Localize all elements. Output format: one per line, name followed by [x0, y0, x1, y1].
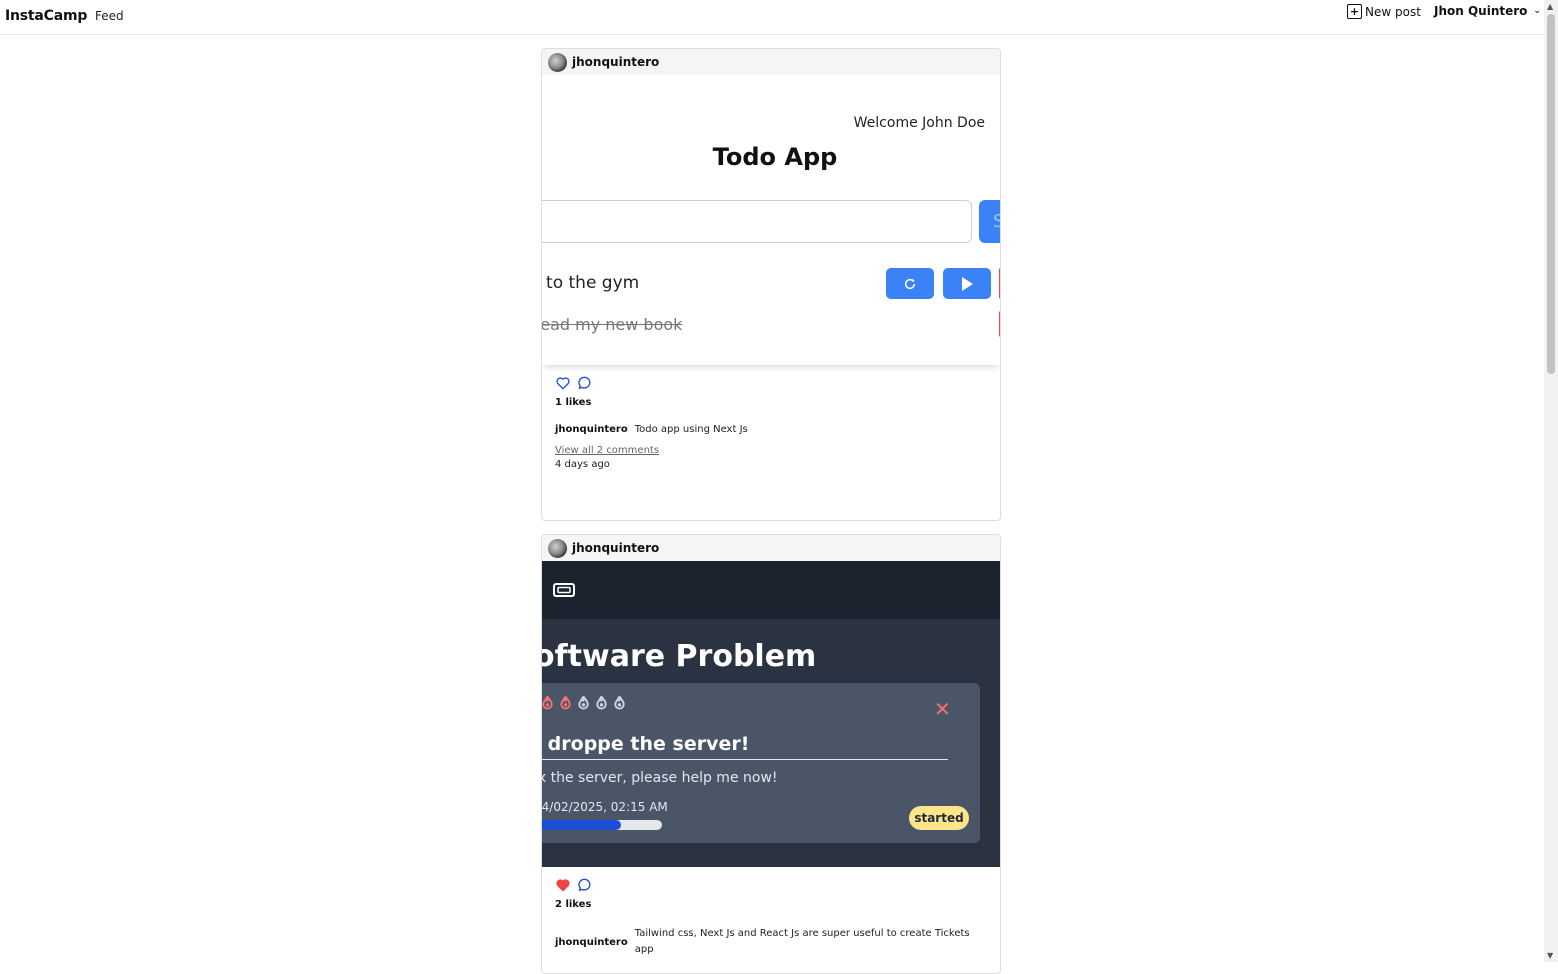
new-post-button[interactable]: + New post	[1347, 4, 1421, 19]
comment-icon[interactable]	[577, 375, 593, 391]
post-actions	[542, 867, 1000, 893]
flame-empty-icon	[578, 695, 589, 710]
comment-icon[interactable]	[577, 877, 593, 893]
ticket-title: I droppe the server!	[542, 733, 750, 755]
close-icon: ✕	[934, 697, 951, 721]
caption-text: Todo app using Next Js	[634, 424, 748, 435]
todo-input-field	[542, 200, 972, 243]
chevron-down-icon: ⌄	[1533, 6, 1541, 16]
caption-username[interactable]: jhonquintero	[555, 937, 628, 948]
todo-delete-button-edge	[999, 268, 1000, 299]
user-name: Jhon Quintero	[1434, 4, 1528, 18]
tickets-app-navbar	[542, 561, 1000, 619]
nav-feed-link[interactable]: Feed	[95, 9, 124, 23]
category-title: oftware Problem	[542, 639, 817, 674]
post-username[interactable]: jhonquintero	[572, 541, 659, 555]
refresh-icon	[904, 278, 916, 289]
ticket-progress-bar	[542, 820, 662, 830]
post-username[interactable]: jhonquintero	[572, 55, 659, 69]
post-timestamp: 4 days ago	[555, 459, 610, 470]
ticket-description: ix the server, please help me now!	[542, 770, 778, 786]
heart-filled-icon[interactable]	[555, 877, 571, 893]
scroll-thumb[interactable]	[1547, 14, 1555, 374]
post-actions	[542, 365, 1000, 391]
caption-username[interactable]: jhonquintero	[555, 424, 628, 435]
status-badge: started	[909, 806, 969, 830]
flame-filled-icon	[542, 695, 553, 710]
post-card: jhonquintero oftware Problem ✕ I droppe …	[541, 534, 1001, 974]
todo-app-title: Todo App	[712, 143, 838, 171]
flame-empty-icon	[596, 695, 607, 710]
page-scrollbar[interactable]: ▲ ▼	[1544, 0, 1558, 962]
view-comments-link[interactable]: View all 2 comments	[542, 435, 1000, 456]
avatar[interactable]	[548, 52, 567, 72]
avatar[interactable]	[548, 538, 567, 558]
top-nav: InstaCamp Feed + New post Jhon Quintero …	[0, 0, 1544, 35]
caption: jhonquintero Tailwind css, Next Js and R…	[542, 910, 1000, 958]
scroll-down-arrow-icon[interactable]: ▼	[1547, 951, 1553, 960]
app-logo[interactable]: InstaCamp	[5, 8, 87, 24]
todo-delete-button-edge	[999, 311, 1000, 337]
todo-save-button: S	[979, 200, 1000, 243]
new-post-label: New post	[1365, 4, 1421, 19]
likes-count: 2 likes	[555, 899, 592, 910]
todo-item-completed: read my new book	[542, 315, 683, 334]
ticket-divider	[542, 759, 948, 760]
progress-fill	[542, 820, 622, 830]
flame-filled-icon	[560, 695, 571, 710]
post-header: jhonquintero	[542, 535, 1000, 561]
welcome-text: Welcome John Doe	[853, 115, 985, 131]
heart-outline-icon[interactable]	[555, 375, 571, 391]
ticket-icon	[553, 583, 575, 597]
plus-icon: +	[1347, 4, 1362, 19]
scroll-up-arrow-icon[interactable]: ▲	[1547, 2, 1553, 11]
play-icon	[962, 276, 973, 291]
ticket-card: ✕ I droppe the server! ix the server, pl…	[542, 683, 980, 843]
todo-play-button	[943, 268, 991, 299]
post-header: jhonquintero	[542, 49, 1000, 75]
post-card: jhonquintero Welcome John Doe Todo App S…	[541, 48, 1001, 521]
ticket-date: 04/02/2025, 02:15 AM	[542, 800, 668, 814]
caption: jhonquintero Todo app using Next Js	[542, 408, 1000, 435]
post-image[interactable]: Welcome John Doe Todo App S ) to the gym…	[542, 75, 1000, 365]
caption-text: Tailwind css, Next Js and React Js are s…	[634, 928, 970, 955]
user-menu[interactable]: Jhon Quintero ⌄	[1434, 4, 1541, 18]
todo-reset-button	[886, 268, 934, 299]
post-image[interactable]: oftware Problem ✕ I droppe the server! i…	[542, 561, 1000, 867]
priority-flames	[542, 695, 627, 710]
likes-count: 1 likes	[555, 397, 592, 408]
todo-item: ) to the gym	[542, 273, 640, 293]
flame-empty-icon	[614, 695, 625, 710]
